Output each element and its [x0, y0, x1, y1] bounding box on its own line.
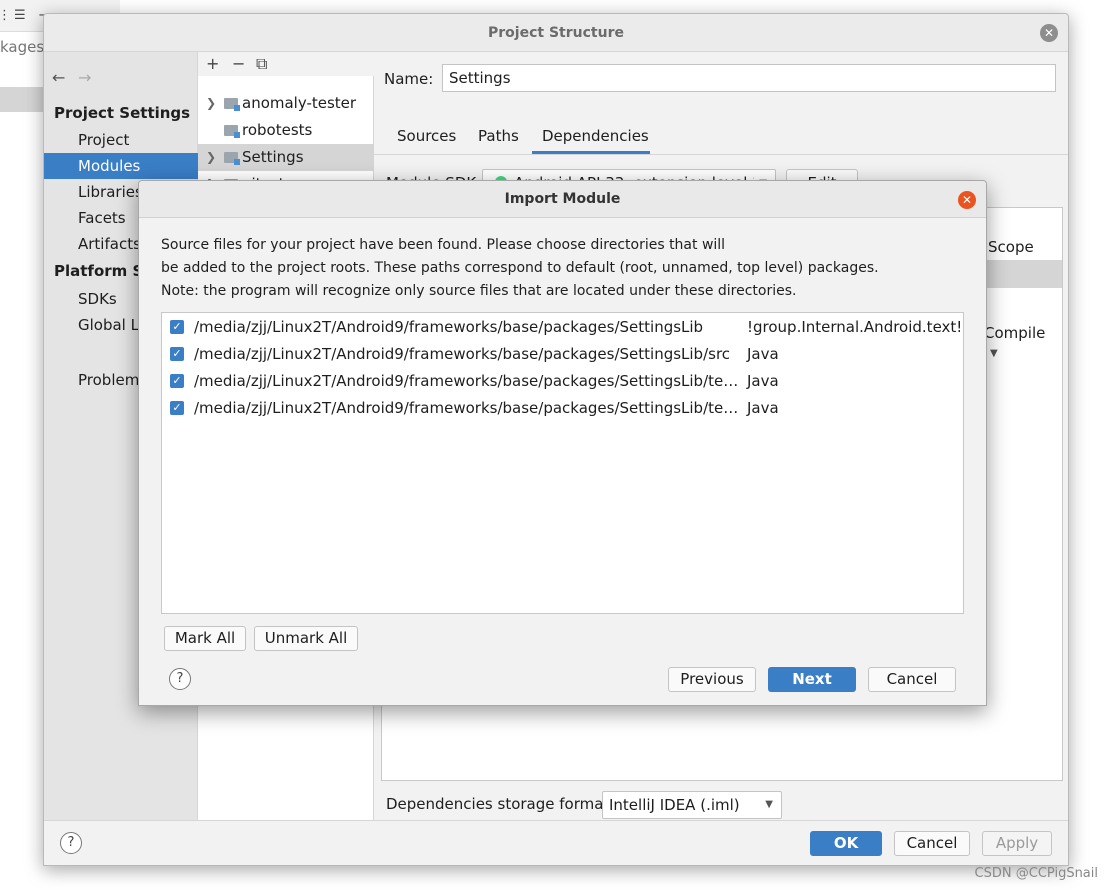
directory-type: Java	[747, 345, 779, 363]
directory-type: Java	[747, 372, 779, 390]
storage-format-select[interactable]: IntelliJ IDEA (.iml) ▼	[602, 791, 782, 819]
source-directory-list: ✓ /media/zjj/Linux2T/Android9/frameworks…	[161, 312, 964, 614]
module-folder-icon	[224, 152, 240, 165]
tab-dependencies[interactable]: Dependencies	[542, 127, 649, 145]
dialog-description-line: be added to the project roots. These pat…	[161, 260, 879, 276]
module-item-anomaly-tester[interactable]: ❯ anomaly-tester	[198, 90, 374, 117]
unmark-all-button[interactable]: Unmark All	[254, 626, 358, 651]
directory-path: /media/zjj/Linux2T/Android9/frameworks/b…	[194, 345, 731, 363]
window-close-icon[interactable]: ✕	[1040, 24, 1058, 42]
help-icon[interactable]: ?	[169, 668, 191, 690]
name-label: Name:	[384, 70, 434, 88]
watermark: CSDN @CCPigSnail	[974, 866, 1098, 881]
ok-button[interactable]: OK	[810, 831, 882, 856]
mark-all-button[interactable]: Mark All	[164, 626, 246, 651]
tab-divider	[374, 154, 1068, 155]
directory-type: !group.Internal.Android.text!	[747, 318, 963, 336]
module-folder-icon	[224, 98, 240, 111]
import-module-dialog: Import Module ✕ Source files for your pr…	[138, 180, 987, 706]
sidebar-item-project[interactable]: Project	[44, 127, 198, 153]
name-input[interactable]: Settings	[442, 64, 1056, 92]
dialog-close-icon[interactable]: ✕	[958, 191, 976, 209]
module-folder-icon	[224, 125, 240, 138]
scope-compile-select[interactable]: Compile ▼	[984, 324, 1062, 360]
modules-toolbar: + − ⧉	[198, 52, 374, 76]
remove-icon[interactable]: −	[232, 54, 245, 73]
sidebar-item-modules[interactable]: Modules	[44, 153, 198, 179]
checkbox-checked-icon[interactable]: ✓	[170, 401, 184, 415]
help-icon[interactable]: ?	[60, 832, 82, 854]
list-item[interactable]: ✓ /media/zjj/Linux2T/Android9/frameworks…	[162, 368, 963, 395]
background-toolbar-icon: ⋮	[0, 8, 11, 23]
list-item[interactable]: ✓ /media/zjj/Linux2T/Android9/frameworks…	[162, 395, 963, 422]
directory-path: /media/zjj/Linux2T/Android9/frameworks/b…	[194, 399, 742, 417]
project-settings-header: Project Settings	[54, 104, 191, 122]
storage-format-label: Dependencies storage format:	[386, 795, 615, 813]
align-icon: ☰	[14, 8, 26, 23]
add-icon[interactable]: +	[206, 54, 219, 73]
module-label: anomaly-tester	[242, 94, 357, 112]
dialog-description-line: Note: the program will recognize only so…	[161, 283, 797, 299]
chevron-down-icon: ▼	[765, 799, 773, 810]
list-item[interactable]: ✓ /media/zjj/Linux2T/Android9/frameworks…	[162, 314, 963, 341]
forward-arrow-icon[interactable]: →	[78, 68, 91, 87]
module-label: Settings	[242, 148, 304, 166]
storage-format-value: IntelliJ IDEA (.iml)	[609, 796, 740, 814]
window-title: Project Structure	[488, 25, 624, 41]
directory-path: /media/zjj/Linux2T/Android9/frameworks/b…	[194, 372, 742, 390]
window-titlebar: Project Structure ✕	[44, 14, 1068, 52]
copy-icon[interactable]: ⧉	[256, 54, 267, 74]
module-label: robotests	[242, 121, 313, 139]
directory-type: Java	[747, 399, 779, 417]
checkbox-checked-icon[interactable]: ✓	[170, 347, 184, 361]
checkbox-checked-icon[interactable]: ✓	[170, 374, 184, 388]
previous-button[interactable]: Previous	[668, 667, 756, 692]
list-item[interactable]: ✓ /media/zjj/Linux2T/Android9/frameworks…	[162, 341, 963, 368]
chevron-down-icon: ▼	[990, 348, 998, 359]
footer-divider	[44, 820, 1068, 821]
tab-sources[interactable]: Sources	[397, 127, 456, 145]
back-arrow-icon[interactable]: ←	[52, 68, 65, 87]
chevron-right-icon[interactable]: ❯	[206, 90, 216, 117]
tab-paths[interactable]: Paths	[478, 127, 519, 145]
checkbox-checked-icon[interactable]: ✓	[170, 320, 184, 334]
dialog-titlebar: Import Module ✕	[139, 181, 986, 218]
cancel-button[interactable]: Cancel	[868, 667, 956, 692]
directory-path: /media/zjj/Linux2T/Android9/frameworks/b…	[194, 318, 704, 336]
module-item-settings[interactable]: ❯ Settings	[198, 144, 374, 171]
scope-column-header: Scope	[988, 238, 1034, 256]
apply-button[interactable]: Apply	[982, 831, 1052, 856]
cancel-button[interactable]: Cancel	[894, 831, 970, 856]
dialog-title: Import Module	[504, 191, 621, 207]
chevron-right-icon[interactable]: ❯	[206, 144, 216, 171]
module-item-robotests[interactable]: robotests	[198, 117, 374, 144]
dialog-description-line: Source files for your project have been …	[161, 237, 726, 253]
scope-value: Compile	[984, 324, 1046, 342]
next-button[interactable]: Next	[768, 667, 856, 692]
